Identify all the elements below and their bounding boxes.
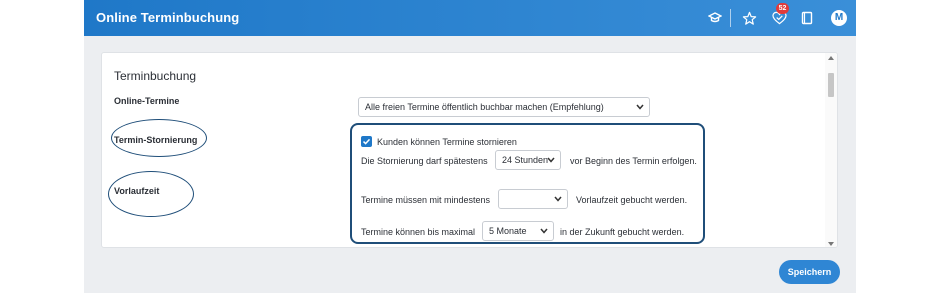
cancellation-deadline-value: 24 Stunden bbox=[502, 155, 549, 165]
book-icon[interactable] bbox=[798, 9, 816, 27]
section-title: Terminbuchung bbox=[114, 69, 197, 83]
min-lead-prefix-text: Termine müssen mit mindestens bbox=[361, 195, 491, 205]
notification-badge: 52 bbox=[776, 3, 789, 14]
chevron-down-icon bbox=[540, 228, 548, 234]
lead-time-label: Vorlaufzeit bbox=[114, 186, 160, 196]
max-advance-suffix-text: in der Zukunft gebucht werden. bbox=[560, 227, 685, 237]
chevron-down-icon bbox=[636, 104, 644, 110]
max-advance-value: 5 Monate bbox=[489, 226, 527, 236]
star-sparkle-icon[interactable] bbox=[740, 9, 758, 27]
online-appointments-label: Online-Termine bbox=[114, 96, 180, 106]
chevron-down-icon bbox=[547, 157, 555, 163]
max-advance-select[interactable]: 5 Monate bbox=[482, 221, 554, 241]
online-appointments-select[interactable]: Alle freien Termine öffentlich buchbar m… bbox=[358, 97, 650, 117]
max-advance-prefix-text: Termine können bis maximal bbox=[361, 227, 476, 237]
cancellation-prefix-text: Die Stornierung darf spätestens bbox=[361, 156, 488, 166]
cancellation-deadline-select[interactable]: 24 Stunden bbox=[495, 150, 561, 170]
checkmark-icon bbox=[362, 138, 371, 145]
cancellation-label: Termin-Stornierung bbox=[114, 135, 198, 145]
min-lead-time-select[interactable] bbox=[498, 189, 568, 209]
allow-cancellation-label: Kunden können Termine stornieren bbox=[377, 137, 517, 147]
cancellation-settings-group: Kunden können Termine stornieren Die Sto… bbox=[350, 123, 705, 244]
chevron-down-icon bbox=[554, 196, 562, 202]
graduation-cap-icon[interactable] bbox=[706, 9, 724, 27]
header-bar: Online Terminbuchung 52 M bbox=[84, 0, 856, 36]
allow-cancellation-checkbox[interactable] bbox=[361, 136, 372, 147]
avatar[interactable]: M bbox=[831, 10, 847, 26]
booking-settings-card: Terminbuchung Online-Termine Termin-Stor… bbox=[101, 52, 838, 248]
card-scrollbar[interactable] bbox=[825, 53, 837, 247]
cancellation-suffix-text: vor Beginn des Termin erfolgen. bbox=[570, 156, 697, 166]
save-button[interactable]: Speichern bbox=[779, 260, 840, 284]
scroll-up-arrow-icon[interactable] bbox=[828, 56, 834, 60]
online-appointments-value: Alle freien Termine öffentlich buchbar m… bbox=[365, 102, 604, 112]
min-lead-suffix-text: Vorlaufzeit gebucht werden. bbox=[576, 195, 688, 205]
page-title: Online Terminbuchung bbox=[96, 10, 240, 25]
header-divider bbox=[730, 9, 731, 27]
scroll-down-arrow-icon[interactable] bbox=[828, 242, 834, 246]
app-window: Online Terminbuchung 52 M Terminbuchung … bbox=[84, 0, 856, 293]
scrollbar-thumb[interactable] bbox=[828, 73, 834, 97]
